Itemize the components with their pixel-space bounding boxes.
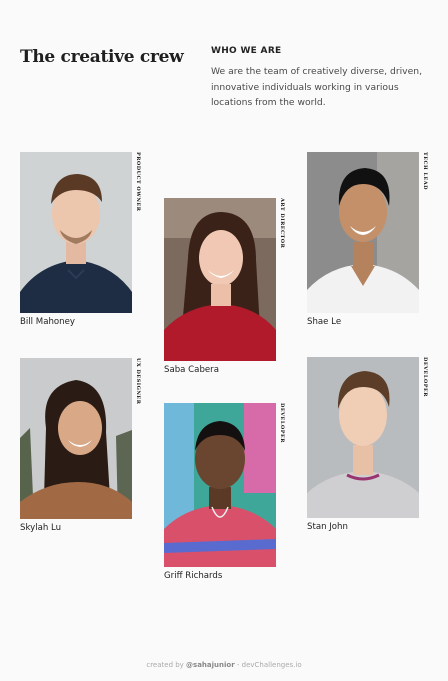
member-name: Stan John [307, 522, 348, 532]
member-photo [307, 357, 419, 518]
member-name: Skylah Lu [20, 523, 62, 533]
member-photo [20, 358, 132, 519]
member-photo [20, 152, 132, 313]
member-name: Saba Cabera [164, 365, 219, 375]
footer-prefix: created by [146, 661, 187, 669]
member-name: Griff Richards [164, 571, 223, 581]
footer-credit: created by @sahajunior - devChallenges.i… [0, 661, 448, 669]
footer-author-link[interactable]: @sahajunior [186, 661, 235, 669]
member-role: TECH LEAD [422, 152, 428, 191]
member-role: PRODUCT OWNER [135, 152, 141, 212]
who-we-are-heading: WHO WE ARE [211, 46, 282, 56]
who-we-are-text: We are the team of creatively diverse, d… [211, 66, 423, 108]
footer-suffix: - devChallenges.io [234, 661, 302, 669]
member-role: DEVELOPER [422, 357, 428, 397]
member-photo [307, 152, 419, 313]
member-name: Shae Le [307, 317, 342, 327]
page-title: The creative crew [20, 47, 184, 67]
member-photo [164, 198, 276, 361]
member-role: DEVELOPER [279, 403, 285, 443]
member-role: UX DESIGNER [135, 358, 141, 405]
member-photo [164, 403, 276, 567]
member-role: ART DIRECTOR [279, 198, 285, 249]
member-name: Bill Mahoney [20, 317, 75, 327]
